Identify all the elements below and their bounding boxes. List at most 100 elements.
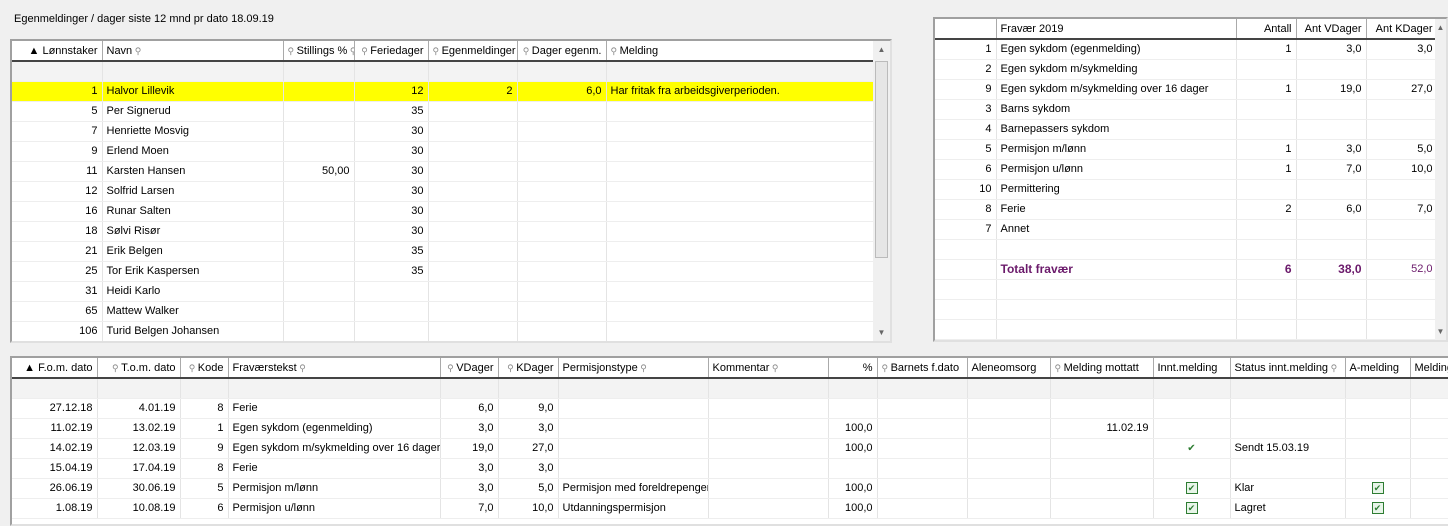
filter-cell[interactable] [283, 61, 354, 81]
search-icon[interactable]: ⚲ [288, 46, 297, 56]
table-row[interactable]: 9Egen sykdom m/sykmelding over 16 dager1… [935, 79, 1437, 99]
column-header[interactable]: Kommentar ⚲ [708, 358, 828, 378]
absence-grid[interactable]: ▲ F.o.m. dato⚲ T.o.m. dato⚲ KodeFraværst… [10, 356, 1448, 526]
filter-cell[interactable] [1230, 378, 1345, 398]
table-row[interactable]: 6Permisjon u/lønn17,010,0 [935, 159, 1437, 179]
search-icon[interactable]: ⚲ [611, 46, 620, 56]
filter-cell[interactable] [97, 378, 180, 398]
filter-row[interactable] [12, 378, 1448, 398]
checkbox-checked-icon[interactable]: ✔ [1186, 482, 1198, 494]
column-header[interactable]: ⚲ Feriedager [354, 41, 428, 61]
table-row[interactable]: 106Turid Belgen Johansen [12, 321, 873, 341]
table-cell[interactable]: ✔ [1153, 478, 1230, 498]
filter-cell[interactable] [228, 378, 440, 398]
column-header[interactable]: ⚲ VDager [440, 358, 498, 378]
column-header[interactable]: ⚲ Dager egenm. [517, 41, 606, 61]
summary-scrollbar[interactable]: ▲ ▼ [1435, 19, 1446, 340]
column-header[interactable]: Aleneomsorg [967, 358, 1050, 378]
filter-cell[interactable] [708, 378, 828, 398]
filter-cell[interactable] [828, 378, 877, 398]
table-row[interactable]: 4Barnepassers sykdom [935, 119, 1437, 139]
column-header[interactable]: A-melding [1345, 358, 1410, 378]
table-row[interactable]: 15.04.1917.04.198Ferie3,03,0 [12, 458, 1448, 478]
column-header[interactable] [935, 19, 996, 39]
search-icon[interactable]: ⚲ [523, 46, 532, 56]
filter-cell[interactable] [428, 61, 517, 81]
filter-cell[interactable] [440, 378, 498, 398]
table-row[interactable]: 8Ferie26,07,0 [935, 199, 1437, 219]
table-row[interactable]: 14.02.1912.03.199Egen sykdom m/sykmeldin… [12, 438, 1448, 458]
filter-cell[interactable] [102, 61, 283, 81]
checkbox-checked-icon[interactable]: ✔ [1186, 502, 1198, 514]
column-header[interactable]: Fravær 2019 [996, 19, 1236, 39]
filter-cell[interactable] [1153, 378, 1230, 398]
search-icon[interactable]: ⚲ [347, 46, 354, 56]
search-icon[interactable]: ⚲ [1328, 363, 1337, 373]
scroll-down-icon[interactable]: ▼ [873, 328, 890, 337]
table-row[interactable]: 5Per Signerud35 [12, 101, 873, 121]
search-icon[interactable]: ⚲ [507, 363, 516, 373]
table-cell[interactable]: ✔ [1345, 498, 1410, 518]
scroll-thumb[interactable] [875, 61, 888, 258]
search-icon[interactable]: ⚲ [433, 46, 442, 56]
search-icon[interactable]: ⚲ [1055, 363, 1064, 373]
search-icon[interactable]: ⚲ [769, 363, 778, 373]
filter-cell[interactable] [1410, 378, 1448, 398]
filter-cell[interactable] [877, 378, 967, 398]
table-row[interactable]: 65Mattew Walker [12, 301, 873, 321]
table-row[interactable]: 10Permittering [935, 179, 1437, 199]
table-row[interactable]: 12Solfrid Larsen30 [12, 181, 873, 201]
search-icon[interactable]: ⚲ [112, 363, 121, 373]
column-header[interactable]: Status innt.melding ⚲ [1230, 358, 1345, 378]
table-row[interactable]: 1.08.1910.08.196Permisjon u/lønn7,010,0U… [12, 498, 1448, 518]
table-row[interactable]: 11Karsten Hansen50,0030 [12, 161, 873, 181]
checkbox-checked-icon[interactable]: ✔ [1372, 502, 1384, 514]
table-row[interactable]: 9Erlend Moen30 [12, 141, 873, 161]
filter-cell[interactable] [517, 61, 606, 81]
column-header[interactable]: ▲ F.o.m. dato [12, 358, 97, 378]
filter-cell[interactable] [12, 378, 97, 398]
table-row[interactable]: 5Permisjon m/lønn13,05,0 [935, 139, 1437, 159]
filter-cell[interactable] [498, 378, 558, 398]
filter-cell[interactable] [1345, 378, 1410, 398]
column-header[interactable]: Antall [1236, 19, 1296, 39]
search-icon[interactable]: ⚲ [447, 363, 456, 373]
filter-cell[interactable] [12, 61, 102, 81]
table-row[interactable]: 26.06.1930.06.195Permisjon m/lønn3,05,0P… [12, 478, 1448, 498]
table-row[interactable]: 3Barns sykdom [935, 99, 1437, 119]
scroll-up-icon[interactable]: ▲ [873, 45, 890, 54]
search-icon[interactable]: ⚲ [882, 363, 891, 373]
filter-row[interactable] [12, 61, 873, 81]
table-row[interactable]: 7Henriette Mosvig30 [12, 121, 873, 141]
table-row[interactable]: 1Egen sykdom (egenmelding)13,03,0 [935, 39, 1437, 59]
filter-cell[interactable] [606, 61, 873, 81]
column-header[interactable]: ⚲ Melding mottatt [1050, 358, 1153, 378]
table-cell[interactable]: ✔ [1345, 478, 1410, 498]
column-header[interactable]: Navn ⚲ [102, 41, 283, 61]
column-header[interactable]: Fraværstekst ⚲ [228, 358, 440, 378]
table-row[interactable]: 16Runar Salten30 [12, 201, 873, 221]
column-header[interactable]: Permisjonstype ⚲ [558, 358, 708, 378]
column-header[interactable]: ⚲ Barnets f.dato [877, 358, 967, 378]
employee-scrollbar[interactable]: ▲ ▼ [873, 41, 890, 341]
table-row[interactable]: 31Heidi Karlo [12, 281, 873, 301]
search-icon[interactable]: ⚲ [638, 363, 647, 373]
scroll-down-icon[interactable]: ▼ [1435, 327, 1446, 336]
table-cell[interactable]: ✔ [1153, 498, 1230, 518]
column-header[interactable]: ▲ Lønnstaker [12, 41, 102, 61]
table-row[interactable]: 25Tor Erik Kaspersen35 [12, 261, 873, 281]
search-icon[interactable]: ⚲ [189, 363, 198, 373]
column-header[interactable]: ⚲ Egenmeldinger [428, 41, 517, 61]
checkbox-checked-icon[interactable]: ✔ [1372, 482, 1384, 494]
filter-cell[interactable] [354, 61, 428, 81]
table-row[interactable]: 18Sølvi Risør30 [12, 221, 873, 241]
employee-grid[interactable]: ▲ LønnstakerNavn ⚲⚲ Stillings % ⚲⚲ Ferie… [10, 39, 892, 343]
column-header[interactable]: ⚲ KDager [498, 358, 558, 378]
summary-grid[interactable]: Fravær 2019AntallAnt VDagerAnt KDager1Eg… [933, 17, 1448, 342]
column-header[interactable]: Ant VDager [1296, 19, 1366, 39]
filter-cell[interactable] [558, 378, 708, 398]
table-row[interactable]: 7Annet [935, 219, 1437, 239]
column-header[interactable]: Melding [1410, 358, 1448, 378]
column-header[interactable]: ⚲ Kode [180, 358, 228, 378]
column-header[interactable]: ⚲ Melding [606, 41, 873, 61]
